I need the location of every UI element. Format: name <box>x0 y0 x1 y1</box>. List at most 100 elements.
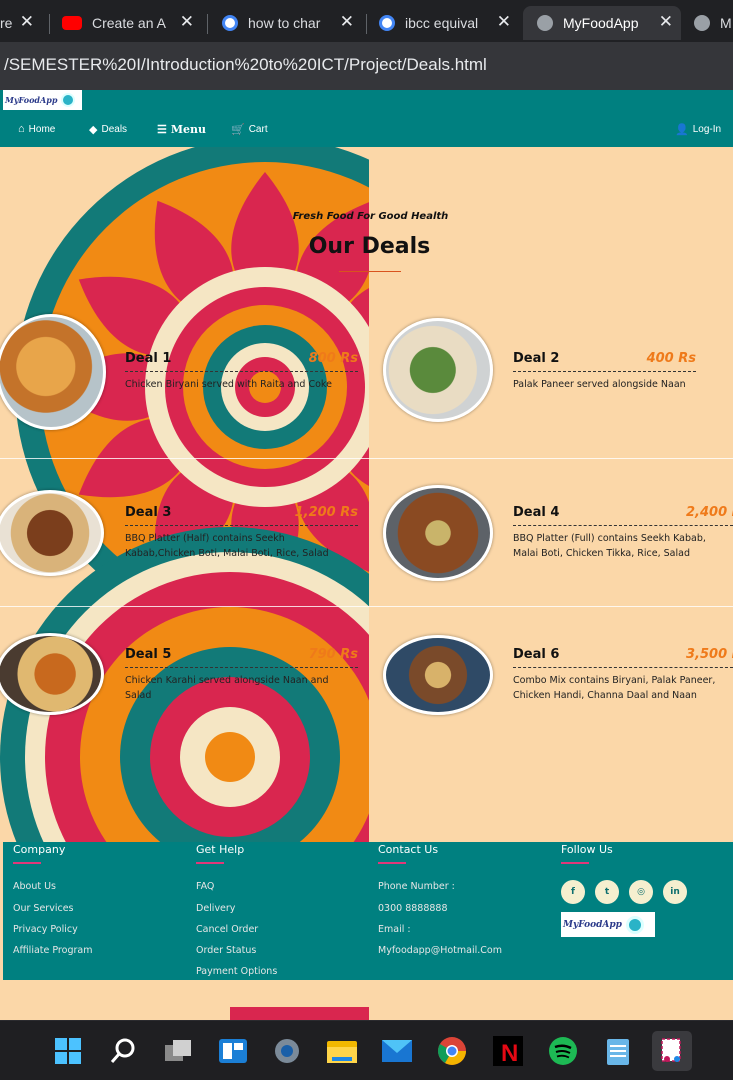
deal-4-price: 2,400 Rs <box>686 505 733 520</box>
footer-logo[interactable]: MyFoodApp <box>561 912 655 937</box>
deal-5-name: Deal 5 <box>125 647 172 662</box>
tab-close-icon[interactable]: ✕ <box>497 12 511 32</box>
deal-3-image <box>0 490 104 576</box>
deal-4-divider <box>513 525 733 526</box>
task-view-icon[interactable] <box>162 1035 194 1067</box>
browser-tab[interactable]: re ✕ <box>0 6 44 40</box>
google-icon <box>379 15 395 31</box>
nav-cart[interactable]: 🛒 Cart <box>231 123 268 136</box>
deal-3-name: Deal 3 <box>125 505 172 520</box>
widgets-icon[interactable] <box>217 1035 249 1067</box>
file-explorer-icon[interactable] <box>326 1035 358 1067</box>
deal-5-description: Chicken Karahi served alongside Naan and… <box>125 675 329 701</box>
deal-1-name: Deal 1 <box>125 351 172 366</box>
cart-icon: 🛒 <box>231 124 245 136</box>
heading-underline <box>378 862 406 864</box>
footer-link[interactable]: Payment Options <box>196 966 277 977</box>
linkedin-icon[interactable]: in <box>663 880 687 904</box>
page-title: Our Deals <box>308 234 431 259</box>
tab-title: M <box>720 15 732 31</box>
footer-heading: Contact Us <box>378 843 439 856</box>
contact-line: Email : <box>378 924 411 935</box>
deal-5-divider <box>125 667 358 668</box>
tab-close-icon[interactable]: ✕ <box>340 12 354 32</box>
svg-text:N: N <box>501 1040 518 1066</box>
deal-6-divider <box>513 667 733 668</box>
brand-bar: MyFoodApp <box>0 90 733 112</box>
twitter-icon[interactable]: t <box>595 880 619 904</box>
deal-4-description: BBQ Platter (Full) contains Seekh Kabab,… <box>513 533 706 559</box>
footer-link[interactable]: Affiliate Program <box>13 945 92 956</box>
site-footer: Company About Us Our Services Privacy Po… <box>3 842 733 980</box>
footer-link[interactable]: Privacy Policy <box>13 924 78 935</box>
footer-heading: Get Help <box>196 843 245 856</box>
tab-close-icon[interactable]: ✕ <box>20 12 34 32</box>
footer-link[interactable]: FAQ <box>196 881 214 892</box>
browser-tab[interactable]: Create an A ✕ <box>62 6 202 40</box>
facebook-icon[interactable]: f <box>561 880 585 904</box>
windows-start-icon[interactable] <box>52 1035 84 1067</box>
nav-home[interactable]: ⌂ Home <box>18 123 55 135</box>
settings-icon[interactable] <box>271 1035 303 1067</box>
globe-icon <box>537 15 553 31</box>
user-icon: 👤 <box>675 124 689 136</box>
footer-link[interactable]: Delivery <box>196 903 235 914</box>
deal-3-price: 1,200 Rs <box>294 505 358 520</box>
spotify-icon[interactable] <box>547 1035 579 1067</box>
nav-deals-label: Deals <box>101 124 128 135</box>
row-divider <box>0 458 733 459</box>
browser-tab[interactable]: M <box>694 6 733 40</box>
footer-link[interactable]: Order Status <box>196 945 256 956</box>
netflix-icon[interactable]: N <box>492 1035 524 1067</box>
deal-4-image <box>383 485 493 581</box>
deal-6-name: Deal 6 <box>513 647 560 662</box>
deal-6-image <box>383 635 493 715</box>
deal-1-description: Chicken Biryani served with Raita and Co… <box>125 379 332 390</box>
contact-line: Phone Number : <box>378 881 455 892</box>
page-subtitle: Fresh Food For Good Health <box>292 211 449 222</box>
instagram-icon[interactable]: ◎ <box>629 880 653 904</box>
notepad-icon[interactable] <box>602 1035 634 1067</box>
contact-line[interactable]: Myfoodapp@Hotmail.Com <box>378 945 502 956</box>
search-icon[interactable] <box>107 1035 139 1067</box>
deal-1-divider <box>125 371 358 372</box>
footer-link[interactable]: Cancel Order <box>196 924 258 935</box>
nav-login-label: Log-In <box>692 124 722 135</box>
heading-underline <box>561 862 589 864</box>
deal-4-name: Deal 4 <box>513 505 560 520</box>
site-logo[interactable]: MyFoodApp <box>3 90 82 110</box>
nav-menu[interactable]: ☰ Menu <box>157 123 206 136</box>
deal-3-description: BBQ Platter (Half) contains Seekh Kabab,… <box>125 533 329 559</box>
address-bar[interactable]: /SEMESTER%20I/Introduction%20to%20ICT/Pr… <box>0 42 733 90</box>
footer-link[interactable]: About Us <box>13 881 56 892</box>
heading-underline <box>13 862 41 864</box>
youtube-icon <box>62 16 82 30</box>
deal-1-image <box>0 314 106 430</box>
home-icon: ⌂ <box>18 123 25 135</box>
nav-deals[interactable]: ◆ Deals <box>89 123 127 136</box>
nav-login[interactable]: 👤 Log-In <box>675 123 721 136</box>
browser-tab[interactable]: how to char ✕ <box>222 6 362 40</box>
nav-cart-label: Cart <box>248 124 268 135</box>
address-url[interactable]: /SEMESTER%20I/Introduction%20to%20ICT/Pr… <box>4 55 487 75</box>
deal-3-divider <box>125 525 358 526</box>
tab-close-icon[interactable]: ✕ <box>659 12 673 32</box>
snipping-tool-icon[interactable] <box>652 1031 692 1071</box>
browser-tab[interactable]: ibcc equival ✕ <box>379 6 519 40</box>
browser-tab-strip: re ✕ Create an A ✕ how to char ✕ ibcc eq… <box>0 0 733 42</box>
globe-icon <box>694 15 710 31</box>
deal-5-image <box>0 633 104 715</box>
deal-2-image <box>383 318 493 422</box>
google-icon <box>222 15 238 31</box>
deal-6-description: Combo Mix contains Biryani, Palak Paneer… <box>513 675 716 701</box>
tab-close-icon[interactable]: ✕ <box>180 12 194 32</box>
deal-2-divider <box>513 371 696 372</box>
browser-tab-active[interactable]: MyFoodApp ✕ <box>523 6 681 40</box>
deal-5-price: 790 Rs <box>308 647 358 662</box>
logo-text: MyFoodApp <box>5 95 58 105</box>
mail-icon[interactable] <box>381 1035 413 1067</box>
deal-2-description: Palak Paneer served alongside Naan <box>513 379 686 390</box>
footer-link[interactable]: Our Services <box>13 903 73 914</box>
nav-menu-label: Menu <box>170 123 207 136</box>
chrome-icon[interactable] <box>436 1035 468 1067</box>
